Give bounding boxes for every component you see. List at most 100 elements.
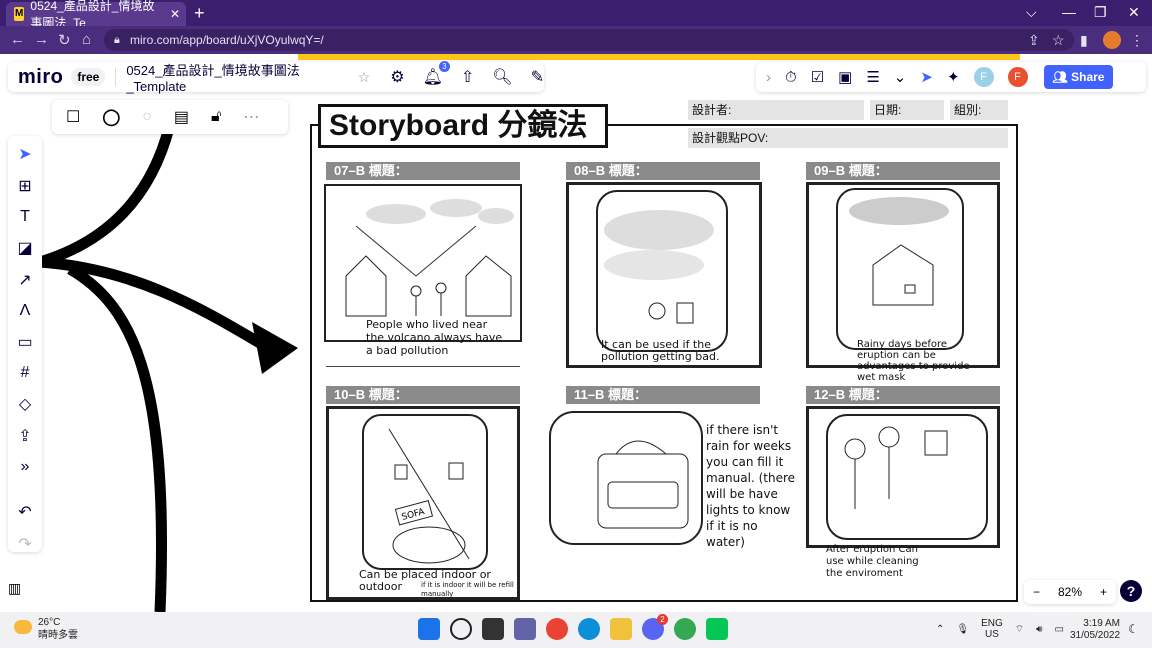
panel-header[interactable]: 10–B 標題： [326, 386, 520, 404]
volume-icon[interactable]: 🔊︎ [1036, 624, 1042, 635]
microphone-icon[interactable]: 🎙︎ [956, 624, 969, 635]
export-upload-icon[interactable]: ⇧ [461, 67, 474, 87]
comment-icon[interactable]: ▤ [174, 107, 189, 127]
share-button[interactable]: 👥︎ Share [1043, 65, 1114, 89]
reload-icon[interactable]: ↻ [58, 31, 71, 49]
url-input[interactable]: 🔒︎ miro.com/app/board/uXjVOyulwqY=/ [104, 29, 1074, 51]
forward-icon[interactable]: → [34, 31, 49, 48]
home-icon[interactable]: ⌂ [82, 31, 91, 48]
redo-icon[interactable]: ↷ [18, 534, 31, 554]
start-windows-icon[interactable] [418, 618, 440, 640]
cursor-follow-icon[interactable]: ➤ [920, 68, 933, 86]
help-button[interactable]: ? [1120, 580, 1142, 602]
date-field[interactable]: 日期: [870, 100, 944, 120]
board-title[interactable]: 0524_產品設計_情境故事圖法_Template [126, 60, 347, 94]
panel-header[interactable]: 07–B 標題： [326, 162, 520, 180]
bookmark-star-icon[interactable]: ☆ [1052, 32, 1065, 49]
search-icon[interactable]: 🔍︎ [492, 67, 512, 87]
chrome-icon[interactable] [546, 618, 568, 640]
sidebar-icon[interactable]: ▮ [1080, 32, 1088, 49]
plan-badge[interactable]: free [71, 68, 106, 86]
select-cursor-icon[interactable]: ➤ [18, 144, 31, 164]
maximize-button[interactable]: ❐ [1094, 4, 1107, 21]
tab-search-icon[interactable]: ⌵ [1026, 4, 1037, 21]
minimize-button[interactable]: — [1062, 4, 1076, 20]
storyboard-panel[interactable]: It can be used if the pollution getting … [566, 182, 762, 368]
panel-header[interactable]: 11–B 標題： [566, 386, 760, 404]
back-icon[interactable]: ← [10, 31, 25, 48]
share-page-icon[interactable]: ⇪ [1028, 32, 1040, 49]
close-window-button[interactable]: ✕ [1128, 4, 1140, 21]
storyboard-panel[interactable]: People who lived near the volcano always… [324, 184, 522, 357]
browser-tab[interactable]: M 0524_產品設計_情境故事圖法_Te ✕ [6, 0, 186, 30]
user-avatar[interactable]: F [1007, 67, 1028, 87]
designer-field[interactable]: 設計者: [688, 100, 864, 120]
sticky-note-icon[interactable]: ◪ [17, 238, 32, 258]
task-view-icon[interactable] [482, 618, 504, 640]
battery-icon[interactable]: ▭ [1054, 624, 1063, 635]
weather-widget[interactable]: 26°C 晴時多雲 [12, 616, 78, 642]
reactions-icon[interactable]: ✦ [947, 68, 960, 86]
circle-outline-icon[interactable]: ◯ [102, 107, 120, 127]
zoom-out-button[interactable]: − [1033, 585, 1040, 599]
chrome-profile-icon[interactable] [674, 618, 696, 640]
group-field[interactable]: 組別: [950, 100, 1008, 120]
pov-field[interactable]: 設計觀點POV: [688, 128, 1008, 148]
more-chevron-down-icon[interactable]: ⌄ [894, 68, 907, 86]
present-icon[interactable]: ▣ [838, 68, 852, 86]
storyboard-panel[interactable] [806, 406, 1000, 548]
apps-plug-icon[interactable]: ✎ [531, 67, 544, 87]
discord-icon[interactable]: 2 [642, 614, 668, 640]
pen-icon[interactable]: Ʌ [20, 302, 31, 320]
tab-close-icon[interactable]: ✕ [170, 7, 180, 21]
panel-header[interactable]: 09–B 標題： [806, 162, 1000, 180]
language-indicator[interactable]: ENG US [981, 618, 1003, 640]
templates-icon[interactable]: ⊞ [18, 176, 31, 196]
file-explorer-icon[interactable] [610, 618, 632, 640]
storyboard-panel[interactable] [546, 408, 706, 548]
zoom-level[interactable]: 82% [1058, 585, 1082, 599]
star-icon[interactable]: ☆ [358, 69, 371, 86]
clock[interactable]: 3:19 AM 31/05/2022 [1070, 618, 1120, 642]
frame-tool-icon[interactable]: # [21, 364, 30, 382]
panel-header[interactable]: 08–B 標題： [566, 162, 760, 180]
panel-header[interactable]: 12–B 標題： [806, 386, 1000, 404]
miro-logo[interactable]: miro [18, 66, 63, 89]
edge-icon[interactable] [578, 618, 600, 640]
miro-board-canvas[interactable]: miro free 0524_產品設計_情境故事圖法_Template ☆ ⚙ … [0, 54, 1152, 612]
notifications-bell-icon[interactable]: 🔔︎ 3 [423, 61, 450, 87]
upload-icon[interactable]: ⇪ [18, 426, 31, 446]
square-shape-icon[interactable]: ☐ [66, 107, 80, 127]
panel-caption: After eruption Can use while cleaning th… [826, 544, 919, 579]
notifications-icon[interactable]: ☾ [1128, 622, 1139, 636]
wifi-icon[interactable]: ⌔ [1015, 623, 1024, 636]
lock-icon[interactable]: 🔓︎ [211, 108, 221, 126]
text-tool-icon[interactable]: T [20, 208, 30, 226]
connection-line-icon[interactable]: ↗ [18, 270, 31, 290]
teams-chat-icon[interactable] [514, 618, 536, 640]
connector-arrows[interactable] [0, 54, 310, 612]
profile-avatar[interactable] [1103, 31, 1121, 49]
fill-color-icon[interactable]: ○ [142, 108, 152, 126]
zoom-in-button[interactable]: + [1100, 585, 1107, 599]
settings-gear-icon[interactable]: ⚙ [390, 67, 404, 87]
comment-tool-icon[interactable]: ▭ [17, 332, 32, 352]
shapes-icon[interactable]: ◇ [19, 394, 31, 414]
storyboard-panel[interactable]: Rainy days before eruption can be advant… [806, 182, 1000, 383]
more-tools-icon[interactable]: » [21, 458, 30, 476]
user-avatar[interactable]: F [973, 67, 994, 87]
undo-icon[interactable]: ↶ [18, 502, 31, 522]
more-options-icon[interactable]: ⋯ [243, 107, 259, 127]
search-icon[interactable] [450, 618, 472, 640]
chevron-right-icon[interactable]: › [766, 69, 771, 86]
new-tab-button[interactable]: + [194, 3, 205, 24]
notes-icon[interactable]: ☰ [866, 68, 879, 86]
voting-icon[interactable]: ☑ [811, 68, 824, 86]
storyboard-title[interactable]: Storyboard 分鏡法 [318, 104, 608, 148]
chevron-up-icon[interactable]: ⌃ [936, 624, 944, 635]
board-panel-toggle-icon[interactable]: ▥ [8, 580, 36, 604]
line-icon[interactable] [706, 618, 728, 640]
timer-icon[interactable]: ⏱ [785, 69, 797, 86]
browser-menu-icon[interactable]: ⋮ [1130, 32, 1144, 49]
storyboard-panel[interactable]: SOFA Can be placed indoor or outdoor if … [326, 406, 520, 600]
